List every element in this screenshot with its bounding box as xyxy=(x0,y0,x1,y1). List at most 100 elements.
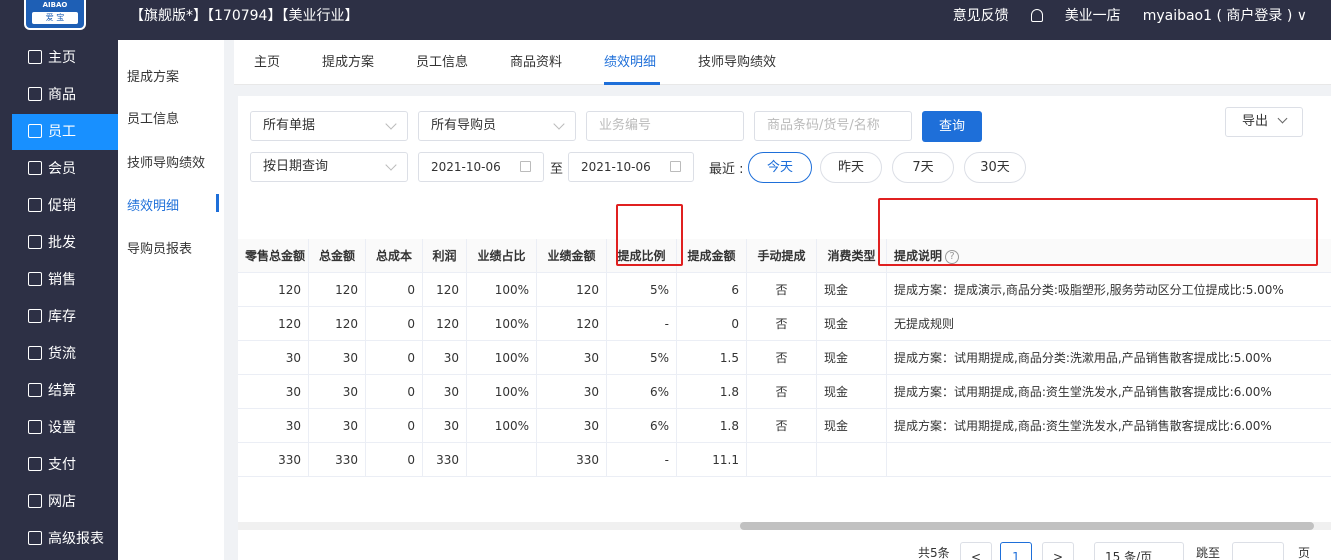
scrollbar-thumb[interactable] xyxy=(740,522,1314,530)
sidebar-item-pay[interactable]: 支付 xyxy=(12,447,118,483)
bell-icon[interactable] xyxy=(1030,0,1043,32)
tab-staff-info[interactable]: 员工信息 xyxy=(416,40,468,85)
sidebar-item-stock[interactable]: 库存 xyxy=(12,299,118,335)
cell-manual: 否 xyxy=(747,273,817,307)
stock-icon xyxy=(28,309,42,323)
sidebar-item-sales[interactable]: 销售 xyxy=(12,262,118,298)
store-select[interactable]: 美业一店 xyxy=(1065,0,1121,32)
goods-search-input[interactable]: 商品条码/货号/名称 xyxy=(754,111,912,141)
doc-type-select[interactable]: 所有单据 xyxy=(250,111,408,141)
logo-area: AIBAO 爱 宝 xyxy=(0,0,118,40)
user-menu[interactable]: myaibao1 ( 商户登录 ) ∨ xyxy=(1143,0,1307,32)
date-mode-select[interactable]: 按日期查询 xyxy=(250,152,408,182)
sidebar-item-home[interactable]: 主页 xyxy=(12,40,118,76)
col-header-manual: 手动提成 xyxy=(747,239,817,273)
sidebar-item-label: 促销 xyxy=(48,198,76,214)
col-header-consume-type: 消费类型 xyxy=(817,239,887,273)
date-to-value: 2021-10-06 xyxy=(581,160,651,174)
logo-subtext: 爱 宝 xyxy=(32,12,78,24)
sidebar-item-settle[interactable]: 结算 xyxy=(12,373,118,409)
subnav-item-perf-detail[interactable]: 绩效明细 xyxy=(127,195,179,214)
header-right: 意见反馈 美业一店 myaibao1 ( 商户登录 ) ∨ xyxy=(931,0,1307,32)
sidebar-item-promo[interactable]: 促销 xyxy=(12,188,118,224)
quick-today-button[interactable]: 今天 xyxy=(748,152,812,183)
quick-yesterday-button[interactable]: 昨天 xyxy=(820,152,882,183)
logo[interactable]: AIBAO 爱 宝 xyxy=(24,0,86,30)
sidebar-item-wholesale[interactable]: 批发 xyxy=(12,225,118,261)
sidebar-item-label: 支付 xyxy=(48,457,76,473)
sidebar-item-label: 批发 xyxy=(48,235,76,251)
cell-commission-rate: 5% xyxy=(607,273,677,307)
horizontal-scrollbar[interactable] xyxy=(238,522,1331,530)
cell-profit: 120 xyxy=(423,273,467,307)
tab-bar: 主页 提成方案 员工信息 商品资料 绩效明细 技师导购绩效 xyxy=(234,40,1331,85)
cell-commission-rate: 5% xyxy=(607,341,677,375)
col-header-cost: 总成本 xyxy=(366,239,423,273)
table-row: 120 120 0 120 100% 120-0 否现金 无提成规则 xyxy=(238,307,1331,341)
quick-30days-button[interactable]: 30天 xyxy=(964,152,1026,183)
subnav-item-tech-perf[interactable]: 技师导购绩效 xyxy=(127,152,205,171)
cell-commission-rate: - xyxy=(607,443,677,477)
cell-perf-ratio xyxy=(467,443,537,477)
pager-page-unit: 页 xyxy=(1298,546,1311,560)
subnav-item-guide-report[interactable]: 导购员报表 xyxy=(127,238,192,257)
cell-perf-ratio: 100% xyxy=(467,375,537,409)
query-button[interactable]: 查询 xyxy=(922,111,982,142)
cell-perf-amount: 30 xyxy=(537,409,607,443)
calendar-icon xyxy=(520,161,531,172)
guide-value: 所有导购员 xyxy=(431,118,497,133)
cell-total: 330 xyxy=(309,443,366,477)
sidebar-item-settings[interactable]: 设置 xyxy=(12,410,118,446)
cell-profit: 30 xyxy=(423,375,467,409)
user-label: myaibao1 ( 商户登录 ) xyxy=(1142,8,1293,24)
cell-commission-rate: - xyxy=(607,307,677,341)
feedback-link[interactable]: 意见反馈 xyxy=(953,0,1009,32)
cell-manual: 否 xyxy=(747,307,817,341)
biz-no-input[interactable]: 业务编号 xyxy=(586,111,744,141)
cell-commission-amount: 0 xyxy=(677,307,747,341)
tab-home[interactable]: 主页 xyxy=(254,40,280,85)
pager-size-select[interactable]: 15 条/页 xyxy=(1094,542,1184,560)
sidebar-item-flow[interactable]: 货流 xyxy=(12,336,118,372)
top-bar: AIBAO 爱 宝 【旗舰版*】【170794】【美业行业】 意见反馈 美业一店… xyxy=(0,0,1331,40)
cell-profit: 30 xyxy=(423,341,467,375)
pager-prev-button[interactable]: < xyxy=(960,542,992,560)
sidebar-item-staff[interactable]: 员工 xyxy=(12,114,118,150)
cell-cost: 0 xyxy=(366,273,423,307)
tab-perf-detail[interactable]: 绩效明细 xyxy=(604,40,656,85)
cell-total: 120 xyxy=(309,273,366,307)
date-from-value: 2021-10-06 xyxy=(431,160,501,174)
sidebar-item-label: 高级报表 xyxy=(48,531,104,547)
pager-next-button[interactable]: > xyxy=(1042,542,1074,560)
cell-manual: 否 xyxy=(747,341,817,375)
cell-commission-rate: 6% xyxy=(607,409,677,443)
sidebar-item-shop[interactable]: 网店 xyxy=(12,484,118,520)
cell-commission-amount: 1.8 xyxy=(677,375,747,409)
sidebar-item-report[interactable]: 高级报表 xyxy=(12,521,118,557)
pager-page-1[interactable]: 1 xyxy=(1000,542,1032,560)
cell-perf-ratio: 100% xyxy=(467,409,537,443)
subnav-item-commission-plan[interactable]: 提成方案 xyxy=(127,66,179,85)
tab-tech-perf[interactable]: 技师导购绩效 xyxy=(698,40,776,85)
sidebar-item-product[interactable]: 商品 xyxy=(12,77,118,113)
cell-retail-total: 120 xyxy=(238,273,309,307)
date-to-picker[interactable]: 2021-10-06 xyxy=(568,152,694,182)
tab-active-underline xyxy=(604,82,660,85)
sidebar-item-label: 员工 xyxy=(48,124,76,140)
sidebar-item-member[interactable]: 会员 xyxy=(12,151,118,187)
table-row: 120 120 0 120 100% 120 5% 6 否现金 提成方案：提成演示,商品分类:吸脂… xyxy=(238,273,1331,307)
export-button[interactable]: 导出 xyxy=(1225,107,1303,137)
sidebar-item-label: 货流 xyxy=(48,346,76,362)
sidebar-item-label: 主页 xyxy=(48,50,76,66)
col-header-total: 总金额 xyxy=(309,239,366,273)
wholesale-icon xyxy=(28,235,42,249)
quick-7days-button[interactable]: 7天 xyxy=(892,152,954,183)
chevron-down-icon xyxy=(553,118,565,130)
cell-perf-amount: 120 xyxy=(537,307,607,341)
pager-goto-input[interactable] xyxy=(1232,542,1284,560)
guide-select[interactable]: 所有导购员 xyxy=(418,111,576,141)
subnav-item-staff-info[interactable]: 员工信息 xyxy=(127,108,179,127)
tab-commission-plan[interactable]: 提成方案 xyxy=(322,40,374,85)
tab-goods[interactable]: 商品资料 xyxy=(510,40,562,85)
date-from-picker[interactable]: 2021-10-06 xyxy=(418,152,544,182)
